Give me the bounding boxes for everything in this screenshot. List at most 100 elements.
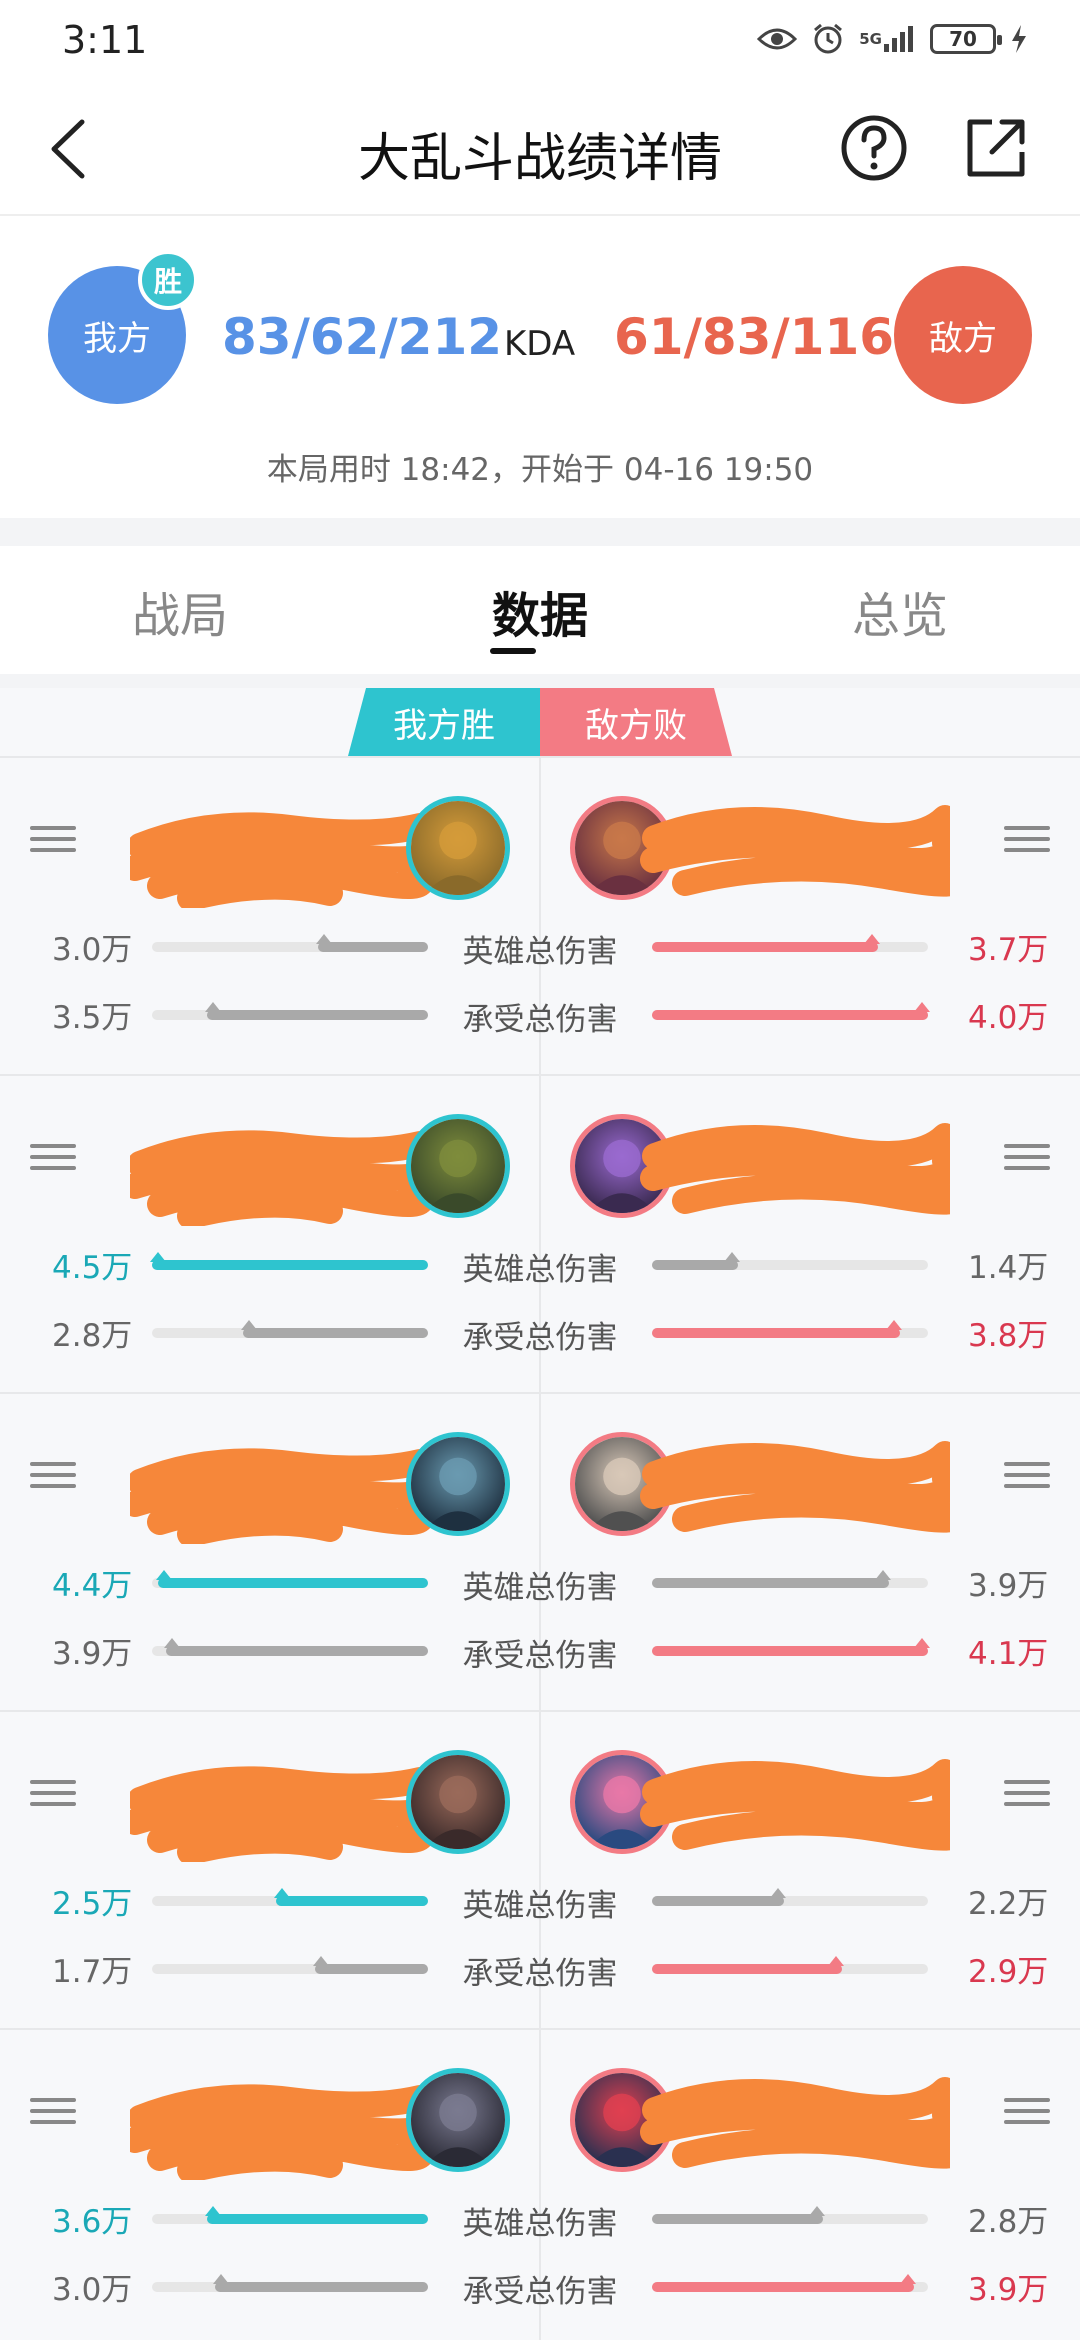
drag-handle-icon[interactable] (30, 1780, 76, 1806)
match-summary: 我方 胜 83/62/212 KDA 61/83/116 敌方 本局用时 18:… (0, 216, 1080, 518)
redacted-player-name (640, 1752, 965, 1862)
drag-handle-icon[interactable] (1004, 1462, 1050, 1488)
status-icons: 5G 70 (757, 22, 1028, 56)
page-title: 大乱斗战绩详情 (357, 129, 722, 189)
tab-data[interactable]: 数据 (440, 576, 640, 646)
their-taken-bar (652, 2274, 928, 2292)
our-damage-bar (152, 1888, 428, 1906)
bar-fill (213, 2274, 428, 2292)
our-damage-bar (152, 2206, 428, 2224)
their-damage-bar (652, 934, 928, 952)
bar-fill (652, 1002, 930, 1020)
bar-fill (241, 1320, 428, 1338)
their-taken-value: 3.8万 (968, 1318, 1049, 1354)
help-icon[interactable] (840, 114, 908, 182)
their-taken-value: 4.0万 (968, 1000, 1049, 1036)
drag-handle-icon[interactable] (1004, 2098, 1050, 2124)
their-taken-bar (652, 1956, 928, 1974)
damage-stat: 3.0万 英雄总伤害 3.7万 (0, 924, 1080, 972)
their-damage-bar (652, 2206, 928, 2224)
their-damage-value: 2.2万 (968, 1886, 1049, 1922)
damage-stat: 4.5万 英雄总伤害 1.4万 (0, 1242, 1080, 1290)
data-panel: 我方胜 敌方败 3.0万 英雄总伤害 3.7万 3.5万 承受总伤害 4.0万 4.5万 英雄… (0, 688, 1080, 2340)
our-hero-avatar[interactable] (406, 796, 510, 900)
drag-handle-icon[interactable] (30, 2098, 76, 2124)
bar-fill (652, 2206, 826, 2224)
battery-icon: 70 (930, 24, 1002, 54)
damage-stat: 4.4万 英雄总伤害 3.9万 (0, 1560, 1080, 1608)
player-row[interactable]: 4.4万 英雄总伤害 3.9万 3.9万 承受总伤害 4.1万 (0, 1392, 1080, 1712)
player-row[interactable]: 3.0万 英雄总伤害 3.7万 3.5万 承受总伤害 4.0万 (0, 756, 1080, 1076)
player-row[interactable]: 4.5万 英雄总伤害 1.4万 2.8万 承受总伤害 3.8万 (0, 1074, 1080, 1394)
win-badge: 胜 (138, 250, 198, 310)
tab-battle[interactable]: 战局 (80, 576, 280, 646)
taken-label: 承受总伤害 (462, 1320, 618, 1356)
bar-fill (652, 1638, 930, 1656)
redacted-player-name (640, 1116, 965, 1226)
our-hero-avatar[interactable] (406, 2068, 510, 2172)
their-taken-value: 2.9万 (968, 1954, 1049, 1990)
our-hero-avatar[interactable] (406, 1750, 510, 1854)
our-damage-value: 4.5万 (52, 1250, 133, 1286)
bar-fill (652, 1252, 740, 1270)
taken-label: 承受总伤害 (462, 2274, 618, 2310)
their-kda: 61/83/116 (614, 308, 895, 366)
charging-icon (1010, 24, 1028, 54)
drag-handle-icon[interactable] (1004, 826, 1050, 852)
bar-fill (205, 1002, 428, 1020)
redacted-player-name (640, 1434, 965, 1544)
our-hero-avatar[interactable] (406, 1432, 510, 1536)
our-damage-bar (152, 1570, 428, 1588)
our-taken-value: 2.8万 (52, 1318, 133, 1354)
our-taken-value: 1.7万 (52, 1954, 133, 1990)
taken-label: 承受总伤害 (462, 1638, 618, 1674)
their-damage-value: 3.7万 (968, 932, 1049, 968)
drag-handle-icon[interactable] (1004, 1144, 1050, 1170)
drag-handle-icon[interactable] (30, 1462, 76, 1488)
kda-label: KDA (504, 324, 576, 364)
bar-fill (315, 934, 428, 952)
their-taken-bar (652, 1002, 930, 1020)
our-damage-bar (152, 934, 428, 952)
status-time: 3:11 (62, 18, 148, 62)
bar-fill (652, 1320, 903, 1338)
their-damage-value: 2.8万 (968, 2204, 1049, 2240)
tab-overview[interactable]: 总览 (800, 576, 1000, 646)
drag-handle-icon[interactable] (1004, 1780, 1050, 1806)
their-taken-value: 4.1万 (968, 1636, 1049, 1672)
taken-stat: 2.8万 承受总伤害 3.8万 (0, 1310, 1080, 1358)
our-taken-bar (152, 1320, 428, 1338)
redacted-player-name (122, 1116, 439, 1229)
damage-label: 英雄总伤害 (462, 2206, 618, 2242)
share-icon[interactable] (962, 114, 1030, 182)
taken-stat: 1.7万 承受总伤害 2.9万 (0, 1946, 1080, 1994)
nav-bar: 大乱斗战绩详情 (0, 80, 1080, 216)
their-team-badge: 敌方 (894, 266, 1032, 404)
their-taken-value: 3.9万 (968, 2272, 1049, 2308)
redacted-player-name (122, 2070, 439, 2183)
status-bar: 3:11 5G 70 (0, 0, 1080, 80)
damage-label: 英雄总伤害 (462, 1252, 618, 1288)
our-hero-avatar[interactable] (406, 1114, 510, 1218)
damage-label: 英雄总伤害 (462, 934, 618, 970)
bar-fill (652, 2274, 917, 2292)
damage-label: 英雄总伤害 (462, 1570, 618, 1606)
our-taken-value: 3.9万 (52, 1636, 133, 1672)
our-team-label: 我方 (83, 318, 151, 359)
player-row[interactable]: 2.5万 英雄总伤害 2.2万 1.7万 承受总伤害 2.9万 (0, 1710, 1080, 2030)
their-result-tag: 敌方败 (540, 688, 732, 756)
drag-handle-icon[interactable] (30, 826, 76, 852)
signal-label: 5G (859, 29, 882, 48)
redacted-player-name (640, 798, 965, 908)
bar-fill (150, 1252, 428, 1270)
our-taken-bar (152, 1002, 428, 1020)
taken-stat: 3.9万 承受总伤害 4.1万 (0, 1628, 1080, 1676)
drag-handle-icon[interactable] (30, 1144, 76, 1170)
our-damage-bar (150, 1252, 428, 1270)
our-kda: 83/62/212 (222, 308, 503, 366)
bar-fill (205, 2206, 428, 2224)
our-taken-bar (152, 1638, 428, 1656)
taken-label: 承受总伤害 (462, 1956, 618, 1992)
our-taken-value: 3.5万 (52, 1000, 133, 1036)
player-row[interactable]: 3.6万 英雄总伤害 2.8万 3.0万 承受总伤害 3.9万 (0, 2028, 1080, 2340)
